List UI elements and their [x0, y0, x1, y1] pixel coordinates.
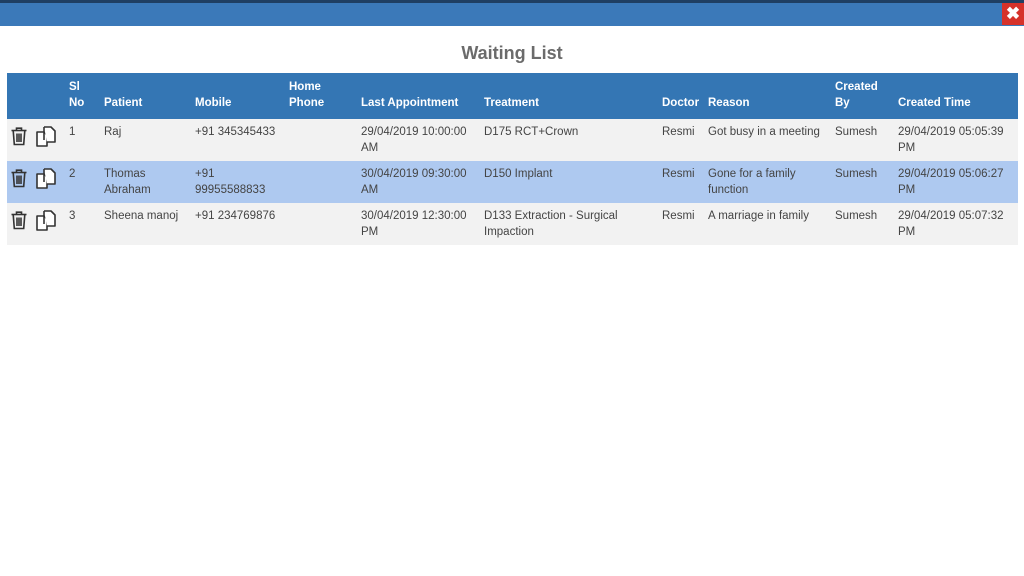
trash-icon[interactable]: [10, 210, 28, 235]
cell-treatment: D150 Implant: [480, 161, 658, 203]
col-doctor[interactable]: Doctor: [658, 73, 704, 119]
col-mobile[interactable]: Mobile: [191, 73, 285, 119]
col-reason[interactable]: Reason: [704, 73, 831, 119]
cell-created-time: 29/04/2019 05:07:32 PM: [894, 203, 1018, 245]
col-treatment[interactable]: Treatment: [480, 73, 658, 119]
cell-doctor: Resmi: [658, 203, 704, 245]
cell-last-appointment: 29/04/2019 10:00:00 AM: [357, 119, 480, 161]
cell-sl-no: 1: [65, 119, 100, 161]
table-row[interactable]: 2 Thomas Abraham +91 99955588833 30/04/2…: [7, 161, 1018, 203]
window-title-bar: [0, 0, 1024, 26]
cell-last-appointment: 30/04/2019 12:30:00 PM: [357, 203, 480, 245]
col-patient[interactable]: Patient: [100, 73, 191, 119]
trash-icon[interactable]: [10, 168, 28, 193]
table-row[interactable]: 1 Raj +91 345345433 29/04/2019 10:00:00 …: [7, 119, 1018, 161]
waiting-list-table: Sl No Patient Mobile Home Phone Last App…: [7, 73, 1018, 245]
cell-mobile: +91 234769876: [191, 203, 285, 245]
cell-reason: Got busy in a meeting: [704, 119, 831, 161]
cell-created-time: 29/04/2019 05:05:39 PM: [894, 119, 1018, 161]
col-home-phone[interactable]: Home Phone: [285, 73, 357, 119]
cell-doctor: Resmi: [658, 119, 704, 161]
copy-icon[interactable]: [34, 126, 58, 153]
cell-home-phone: [285, 203, 357, 245]
cell-treatment: D175 RCT+Crown: [480, 119, 658, 161]
top-strip: [0, 0, 1024, 3]
cell-created-by: Sumesh: [831, 203, 894, 245]
cell-mobile: +91 345345433: [191, 119, 285, 161]
cell-created-by: Sumesh: [831, 119, 894, 161]
cell-reason: Gone for a family function: [704, 161, 831, 203]
cell-created-time: 29/04/2019 05:06:27 PM: [894, 161, 1018, 203]
col-last-appointment[interactable]: Last Appointment: [357, 73, 480, 119]
cell-created-by: Sumesh: [831, 161, 894, 203]
row-actions: [7, 161, 65, 203]
col-created-by[interactable]: Created By: [831, 73, 894, 119]
col-sl-no[interactable]: Sl No: [65, 73, 100, 119]
cell-sl-no: 3: [65, 203, 100, 245]
page-title: Waiting List: [461, 43, 563, 63]
cell-treatment: D133 Extraction - Surgical Impaction: [480, 203, 658, 245]
copy-icon[interactable]: [34, 168, 58, 195]
cell-mobile: +91 99955588833: [191, 161, 285, 203]
col-created-time[interactable]: Created Time: [894, 73, 1018, 119]
cell-doctor: Resmi: [658, 161, 704, 203]
trash-icon[interactable]: [10, 126, 28, 151]
cell-patient: Thomas Abraham: [100, 161, 191, 203]
cell-last-appointment: 30/04/2019 09:30:00 AM: [357, 161, 480, 203]
cell-home-phone: [285, 119, 357, 161]
col-actions: [7, 73, 65, 119]
row-actions: [7, 203, 65, 245]
cell-sl-no: 2: [65, 161, 100, 203]
table-row[interactable]: 3 Sheena manoj +91 234769876 30/04/2019 …: [7, 203, 1018, 245]
close-icon: ✖: [1005, 4, 1021, 23]
row-actions: [7, 119, 65, 161]
table-header-row: Sl No Patient Mobile Home Phone Last App…: [7, 73, 1018, 119]
cell-reason: A marriage in family: [704, 203, 831, 245]
copy-icon[interactable]: [34, 210, 58, 237]
cell-patient: Raj: [100, 119, 191, 161]
close-button[interactable]: ✖: [1002, 3, 1024, 25]
cell-patient: Sheena manoj: [100, 203, 191, 245]
cell-home-phone: [285, 161, 357, 203]
